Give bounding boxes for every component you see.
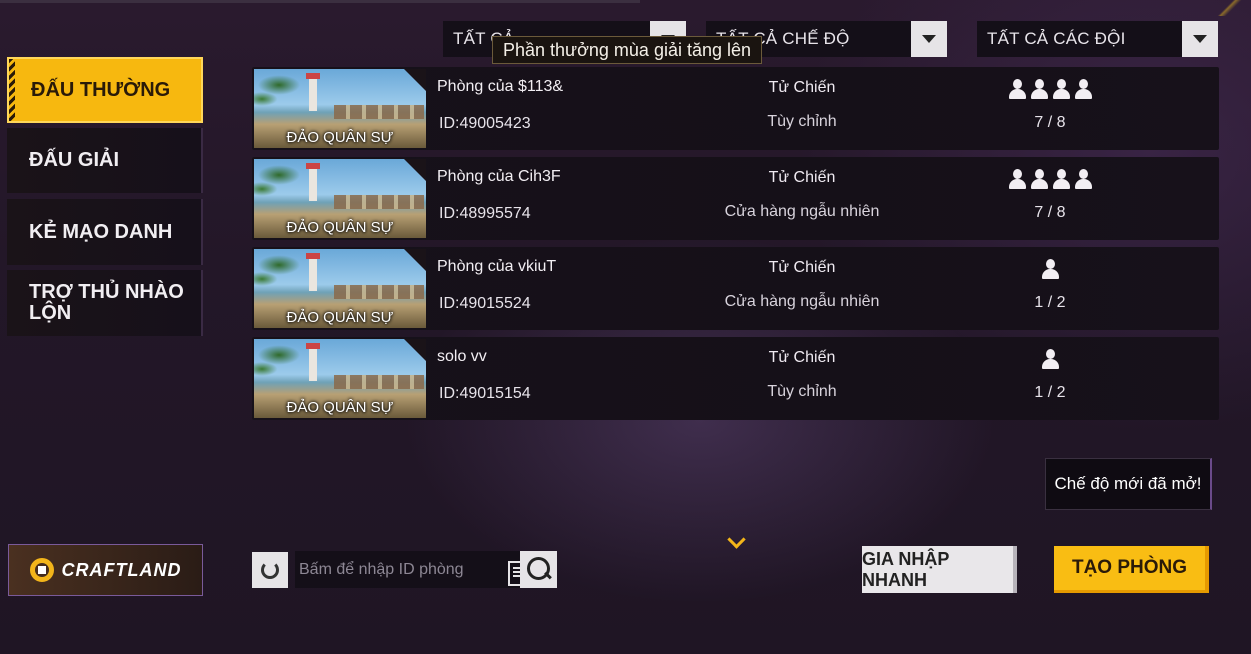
room-mode: Tử Chiến [768, 169, 836, 186]
player-icon [1041, 258, 1059, 280]
nav-item-label: TRỢ THỦ NHÀO LỘN [29, 281, 184, 324]
player-icon [1052, 168, 1070, 190]
nav-item-label: KẺ MẠO DANH [29, 220, 173, 243]
player-count: 7 / 8 [1034, 114, 1066, 131]
room-name: Phòng của $113& [437, 78, 564, 95]
player-icon [1030, 168, 1048, 190]
room-name: solo vv [437, 348, 487, 365]
corner-decoration [1211, 0, 1251, 16]
player-icon [1052, 78, 1070, 100]
filter-teams-label: TẤT CẢ CÁC ĐỘI [987, 29, 1126, 48]
nav-item-label: ĐẤU GIẢI [29, 149, 119, 171]
top-strip [0, 0, 640, 3]
room-submode: Tùy chỉnh [767, 383, 837, 400]
room-submode: Cửa hàng ngẫu nhiên [724, 293, 880, 310]
room-row[interactable]: ĐẢO QUÂN SỰ solo vv ID:49015154 Tử Chiến… [252, 337, 1219, 420]
new-mode-notice[interactable]: Chế độ mới đã mở! [1045, 458, 1212, 510]
room-id: ID:49005423 [439, 115, 531, 132]
nav-item-normal-match[interactable]: ĐẤU THƯỜNG [7, 57, 203, 123]
player-icons [1000, 258, 1100, 280]
room-mode: Tử Chiến [768, 259, 836, 276]
nav-item-tournament[interactable]: ĐẤU GIẢI [7, 128, 203, 193]
room-row[interactable]: ĐẢO QUÂN SỰ Phòng của vkiuT ID:49015524 … [252, 247, 1219, 330]
room-mode: Tử Chiến [768, 349, 836, 366]
player-icons [1000, 348, 1100, 370]
room-id: ID:49015154 [439, 385, 531, 402]
room-id: ID:49015524 [439, 295, 531, 312]
map-thumbnail: ĐẢO QUÂN SỰ [254, 249, 426, 328]
reward-tooltip: Phần thưởng mùa giải tăng lên [492, 36, 763, 64]
room-name: Phòng của vkiuT [437, 258, 557, 275]
player-icons [1000, 168, 1100, 190]
player-count: 7 / 8 [1034, 204, 1066, 221]
map-thumbnail: ĐẢO QUÂN SỰ [254, 69, 426, 148]
player-icon [1074, 78, 1092, 100]
chevron-down-icon [1193, 35, 1207, 43]
refresh-icon [261, 561, 279, 579]
room-id-input[interactable] [295, 551, 506, 588]
map-name: ĐẢO QUÂN SỰ [286, 219, 394, 236]
room-id: ID:48995574 [439, 205, 531, 222]
room-mode: Tử Chiến [768, 79, 836, 96]
filter-teams-dropdown[interactable] [1182, 21, 1218, 57]
player-icon [1008, 168, 1026, 190]
map-thumbnail: ĐẢO QUÂN SỰ [254, 339, 426, 418]
clipboard-icon[interactable] [506, 558, 530, 586]
nav-item-flip-helper[interactable]: TRỢ THỦ NHÀO LỘN [7, 270, 203, 336]
filter-mode-dropdown[interactable] [911, 21, 947, 57]
nav-item-impostor[interactable]: KẺ MẠO DANH [7, 199, 203, 265]
player-icon [1030, 78, 1048, 100]
player-count: 1 / 2 [1034, 384, 1066, 401]
quick-join-button[interactable]: GIA NHẬP NHANH [862, 546, 1017, 593]
room-name: Phòng của Cih3F [437, 168, 561, 185]
room-row[interactable]: ĐẢO QUÂN SỰ Phòng của $113& ID:49005423 … [252, 67, 1219, 150]
room-submode: Cửa hàng ngẫu nhiên [724, 203, 880, 220]
player-count: 1 / 2 [1034, 294, 1066, 311]
map-name: ĐẢO QUÂN SỰ [286, 399, 394, 416]
scroll-down-icon[interactable] [726, 533, 746, 549]
room-row[interactable]: ĐẢO QUÂN SỰ Phòng của Cih3F ID:48995574 … [252, 157, 1219, 240]
map-name: ĐẢO QUÂN SỰ [286, 309, 394, 326]
player-icon [1008, 78, 1026, 100]
chevron-down-icon [922, 35, 936, 43]
filter-teams[interactable]: TẤT CẢ CÁC ĐỘI [977, 21, 1218, 57]
map-thumbnail: ĐẢO QUÂN SỰ [254, 159, 426, 238]
nav-item-label: ĐẤU THƯỜNG [31, 78, 171, 101]
player-icon [1041, 348, 1059, 370]
room-id-search [295, 551, 530, 588]
map-name: ĐẢO QUÂN SỰ [286, 129, 394, 146]
room-submode: Tùy chỉnh [767, 113, 837, 130]
craftland-logo-icon [29, 558, 54, 582]
create-room-button[interactable]: TẠO PHÒNG [1054, 546, 1209, 593]
player-icons [1000, 78, 1100, 100]
craftland-button[interactable]: CRAFTLAND [8, 544, 203, 596]
refresh-button[interactable] [252, 552, 288, 588]
player-icon [1074, 168, 1092, 190]
craftland-label: CRAFTLAND [61, 559, 182, 580]
search-button[interactable] [520, 551, 557, 588]
